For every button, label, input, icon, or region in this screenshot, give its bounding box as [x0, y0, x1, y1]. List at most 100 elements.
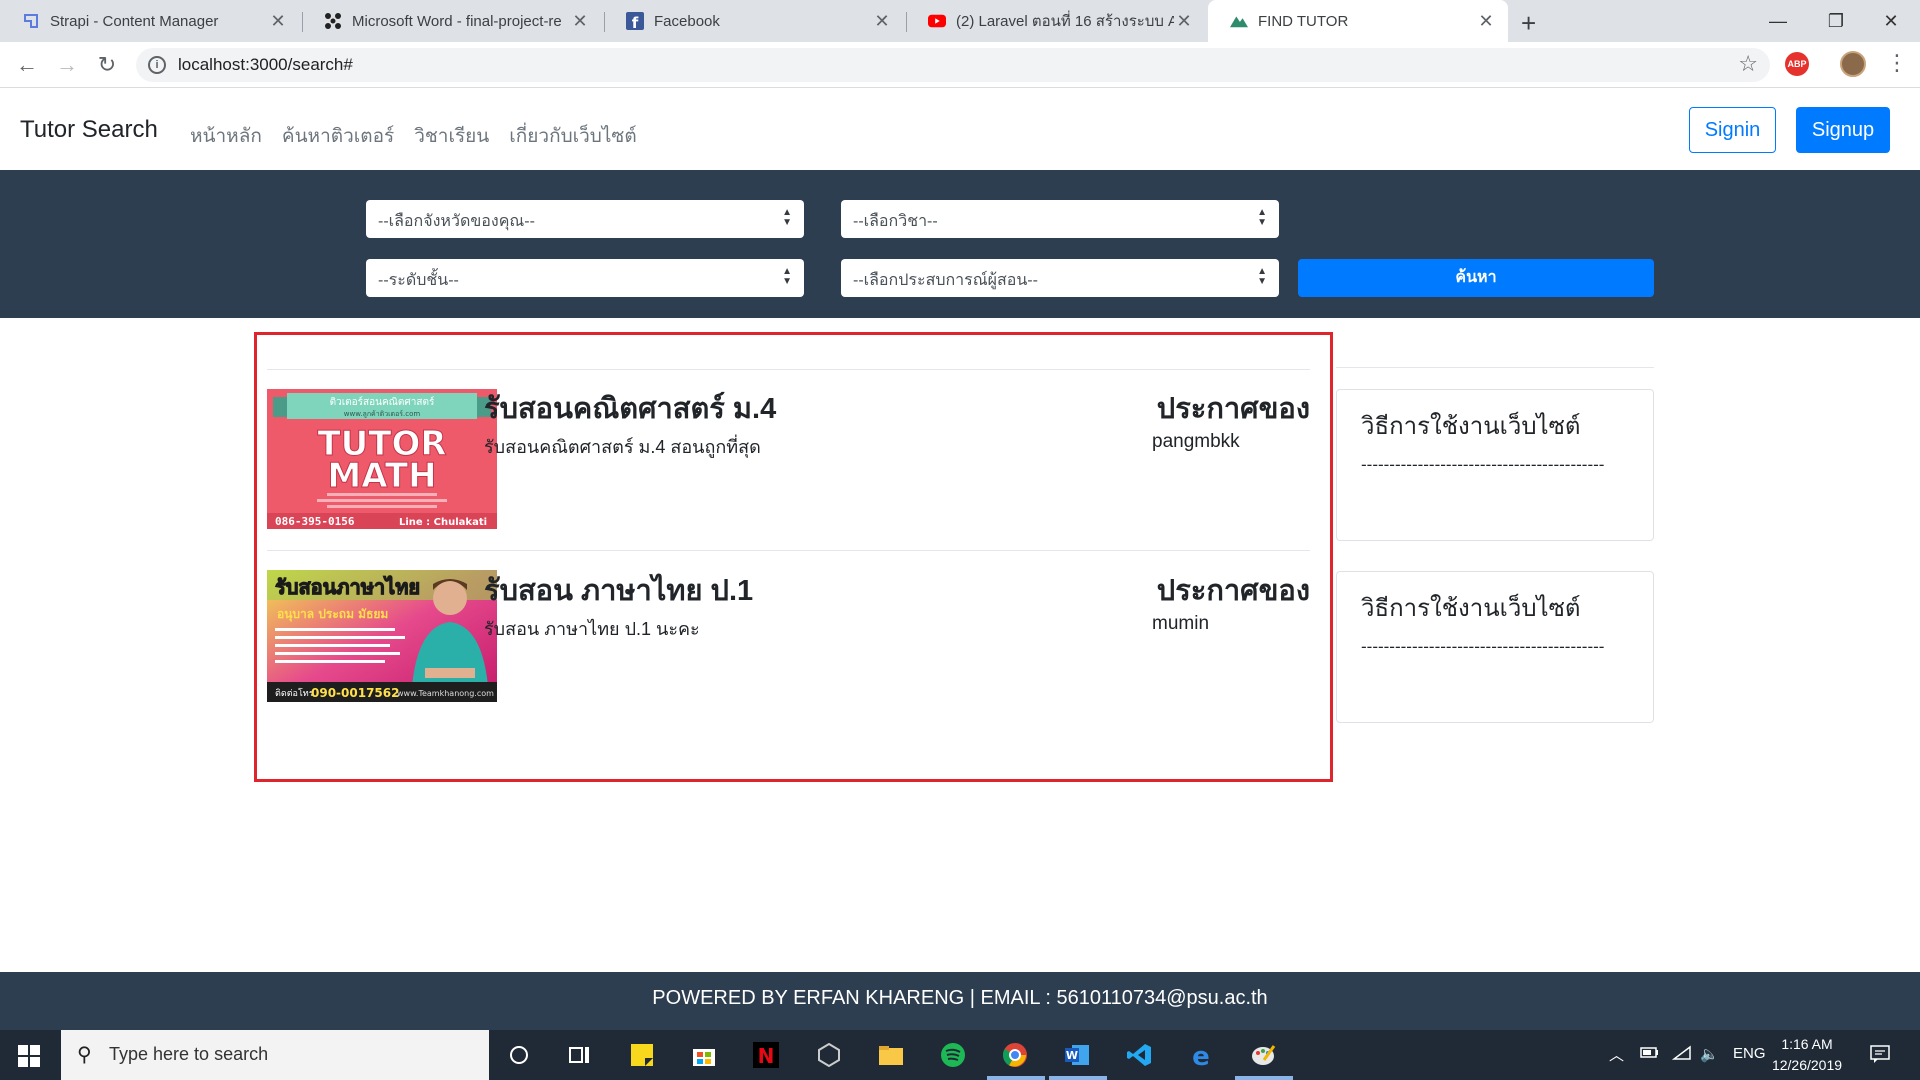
browser-toolbar: ← → ↻ i localhost:3000/search# ☆	[0, 42, 1920, 88]
post-username[interactable]: pangmbkk	[1152, 431, 1240, 453]
experience-select[interactable]: --เลือกประสบการณ์ผู้สอน-- ▲ ▼	[841, 259, 1279, 297]
volume-icon[interactable]: 🔈	[1700, 1045, 1719, 1063]
strapi-icon	[22, 12, 40, 30]
browser-tab-strapi[interactable]: Strapi - Content Manager ✕	[0, 0, 300, 42]
posted-by-label: ประกาศของ	[1156, 393, 1310, 425]
chrome-icon[interactable]	[1000, 1040, 1030, 1070]
windows-taskbar: ⚲ Type here to search N W e ︿ 🔈 ENG 1:16…	[0, 1030, 1920, 1080]
wifi-icon[interactable]	[1671, 1045, 1692, 1065]
battery-icon[interactable]	[1640, 1045, 1660, 1063]
browser-tab-find-tutor[interactable]: FIND TUTOR ✕	[1208, 0, 1508, 42]
windows-start-icon[interactable]	[18, 1045, 40, 1072]
close-tab-icon[interactable]: ✕	[570, 11, 590, 32]
signin-button[interactable]: Signin	[1689, 107, 1776, 153]
posted-by-label: ประกาศของ	[1156, 575, 1310, 607]
taskbar-search-box[interactable]: ⚲ Type here to search	[61, 1030, 489, 1080]
new-tab-button[interactable]: +	[1521, 8, 1536, 39]
back-icon[interactable]: ←	[14, 52, 40, 78]
svg-text:Line : Chulakati: Line : Chulakati	[399, 517, 487, 528]
nav-link-home[interactable]: หน้าหลัก	[190, 121, 262, 151]
svg-text:f: f	[632, 14, 639, 30]
results-highlight-box: ติวเตอร์สอนคณิตศาสตร์ www.ลูกค้าติวเตอร์…	[254, 332, 1333, 782]
post-description: รับสอน ภาษาไทย ป.1 นะคะ	[484, 619, 700, 639]
close-window-button[interactable]: ✕	[1862, 0, 1920, 42]
post-image-math[interactable]: ติวเตอร์สอนคณิตศาสตร์ www.ลูกค้าติวเตอร์…	[267, 389, 497, 529]
nav-link-subjects[interactable]: วิชาเรียน	[414, 121, 489, 151]
sidebar-card-title: วิธีการใช้งานเว็บไซต์	[1361, 595, 1581, 622]
youtube-icon	[928, 12, 946, 30]
spotify-icon[interactable]	[938, 1040, 968, 1070]
svg-text:ติดต่อโทร: ติดต่อโทร	[275, 688, 314, 699]
taskbar-search-placeholder: Type here to search	[109, 1044, 269, 1064]
subject-select[interactable]: --เลือกวิชา-- ▲ ▼	[841, 200, 1279, 238]
site-brand[interactable]: Tutor Search	[20, 116, 158, 144]
adblock-plus-icon[interactable]: ABP	[1785, 52, 1809, 76]
word-icon[interactable]: W	[1062, 1040, 1092, 1070]
nav-link-find-tutor[interactable]: ค้นหาติวเตอร์	[282, 121, 394, 151]
restore-button[interactable]: ❐	[1807, 0, 1865, 42]
action-center-icon[interactable]	[1870, 1045, 1890, 1067]
sidebar-card: วิธีการใช้งานเว็บไซต์ ------------------…	[1336, 571, 1654, 723]
browser-tab-facebook[interactable]: f Facebook ✕	[604, 0, 904, 42]
minimize-button[interactable]: —	[1749, 0, 1807, 42]
search-panel: --เลือกจังหวัดของคุณ-- ▲ ▼ --เลือกวิชา-- …	[0, 170, 1920, 318]
active-app-indicator	[1049, 1076, 1107, 1080]
clock-date: 12/26/2019	[1771, 1057, 1843, 1073]
tab-title: Strapi - Content Manager	[50, 12, 219, 30]
tab-title: Facebook	[654, 12, 720, 30]
edge-icon[interactable]: e	[1186, 1040, 1216, 1070]
url-text[interactable]: localhost:3000/search#	[178, 55, 353, 75]
browser-menu-icon[interactable]: ⋮	[1886, 50, 1908, 76]
system-clock[interactable]: 1:16 AM 12/26/2019	[1768, 1034, 1846, 1076]
divider	[267, 369, 1310, 370]
nav-link-about[interactable]: เกี่ยวกับเว็บไซต์	[509, 121, 636, 151]
input-language[interactable]: ENG	[1733, 1045, 1766, 1062]
close-tab-icon[interactable]: ✕	[1476, 11, 1496, 32]
bookmark-star-icon[interactable]: ☆	[1738, 51, 1758, 77]
netflix-icon[interactable]: N	[751, 1040, 781, 1070]
svg-text:086-395-0156: 086-395-0156	[275, 515, 355, 528]
forward-icon[interactable]: →	[54, 52, 80, 78]
signup-button[interactable]: Signup	[1796, 107, 1890, 153]
cortana-icon[interactable]	[504, 1040, 534, 1070]
browser-tab-strip: Strapi - Content Manager ✕ Microsoft Wor…	[0, 0, 1920, 42]
site-navbar: Tutor Search หน้าหลัก ค้นหาติวเตอร์ วิชา…	[0, 89, 1920, 170]
browser-tab-word[interactable]: Microsoft Word - final-project-re ✕	[302, 0, 602, 42]
info-icon[interactable]: i	[148, 56, 166, 74]
search-icon: ⚲	[77, 1044, 92, 1066]
nav-links: หน้าหลัก ค้นหาติวเตอร์ วิชาเรียน เกี่ยวก…	[190, 121, 637, 151]
search-button[interactable]: ค้นหา	[1298, 259, 1654, 297]
address-bar[interactable]: i localhost:3000/search# ☆	[136, 48, 1770, 82]
paint-icon[interactable]	[1248, 1040, 1278, 1070]
file-explorer-icon[interactable]	[876, 1040, 906, 1070]
province-select[interactable]: --เลือกจังหวัดของคุณ-- ▲ ▼	[366, 200, 804, 238]
close-tab-icon[interactable]: ✕	[1174, 11, 1194, 32]
svg-text:www.ลูกค้าติวเตอร์.com: www.ลูกค้าติวเตอร์.com	[344, 410, 421, 418]
svg-text:ติวเตอร์สอนคณิตศาสตร์: ติวเตอร์สอนคณิตศาสตร์	[330, 396, 435, 408]
level-select[interactable]: --ระดับชั้น-- ▲ ▼	[366, 259, 804, 297]
svg-text:อนุบาล ประถม มัธยม: อนุบาล ประถม มัธยม	[277, 607, 388, 622]
word-online-icon	[324, 12, 342, 30]
sticky-notes-icon[interactable]	[627, 1040, 657, 1070]
svg-text:W: W	[1066, 1049, 1078, 1062]
select-arrows-icon: ▲ ▼	[1257, 266, 1267, 287]
reload-icon[interactable]: ↻	[94, 52, 120, 78]
subject-select-value: --เลือกวิชา--	[853, 213, 938, 230]
browser-tab-youtube[interactable]: (2) Laravel ตอนที่ 16 สร้างระบบ Auth ✕	[906, 0, 1206, 42]
task-view-icon[interactable]	[565, 1040, 595, 1070]
select-arrows-icon: ▲ ▼	[782, 207, 792, 228]
experience-select-value: --เลือกประสบการณ์ผู้สอน--	[853, 272, 1038, 289]
unity-icon[interactable]	[814, 1040, 844, 1070]
close-tab-icon[interactable]: ✕	[872, 11, 892, 32]
post-description: รับสอนคณิตศาสตร์ ม.4 สอนถูกที่สุด	[484, 437, 761, 457]
profile-avatar[interactable]	[1840, 51, 1866, 77]
close-tab-icon[interactable]: ✕	[268, 11, 288, 32]
post-title[interactable]: รับสอนคณิตศาสตร์ ม.4	[484, 385, 776, 431]
post-title[interactable]: รับสอน ภาษาไทย ป.1	[484, 567, 753, 613]
store-icon[interactable]	[689, 1040, 719, 1070]
show-hidden-icons[interactable]: ︿	[1609, 1044, 1624, 1065]
vscode-icon[interactable]	[1124, 1040, 1154, 1070]
post-image-thai[interactable]: รับสอนภาษาไทย อนุบาล ประถม มัธยม ติดต่อโ…	[267, 570, 497, 702]
post-username[interactable]: mumin	[1152, 613, 1209, 635]
svg-text:N: N	[758, 1044, 775, 1068]
